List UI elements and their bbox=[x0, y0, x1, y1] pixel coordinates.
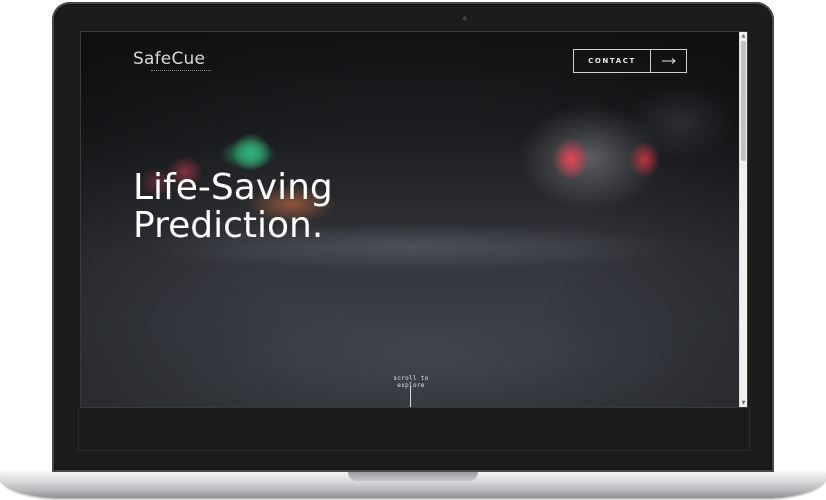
contact-button[interactable]: CONTACT bbox=[573, 49, 687, 73]
hero-headline-line-2: Prediction. bbox=[133, 205, 324, 246]
laptop-opening-notch bbox=[348, 472, 478, 481]
hero-headline: Life-Saving Prediction. bbox=[133, 169, 333, 245]
scrollbar-thumb[interactable] bbox=[741, 41, 746, 161]
scroll-down-arrow-icon[interactable]: ▼ bbox=[740, 399, 747, 407]
vertical-scrollbar[interactable]: ▲ ▼ bbox=[739, 32, 747, 407]
laptop-mockup: SafeCue CONTACT Life-Saving Prediction. … bbox=[0, 0, 826, 500]
laptop-screen: SafeCue CONTACT Life-Saving Prediction. … bbox=[80, 31, 748, 408]
arrow-right-icon bbox=[651, 50, 686, 72]
scroll-indicator-line bbox=[410, 386, 411, 407]
contact-button-label: CONTACT bbox=[574, 50, 651, 72]
website-viewport: SafeCue CONTACT Life-Saving Prediction. … bbox=[81, 32, 740, 407]
screen-bottom-bezel bbox=[78, 408, 750, 451]
scroll-hint-label[interactable]: scroll to explore bbox=[381, 375, 441, 389]
webcam-icon bbox=[461, 15, 468, 22]
brand-logo[interactable]: SafeCue bbox=[133, 49, 205, 69]
logo-underline-decoration bbox=[151, 70, 211, 73]
hero-headline-line-1: Life-Saving bbox=[133, 167, 333, 208]
scroll-up-arrow-icon[interactable]: ▲ bbox=[740, 32, 747, 40]
